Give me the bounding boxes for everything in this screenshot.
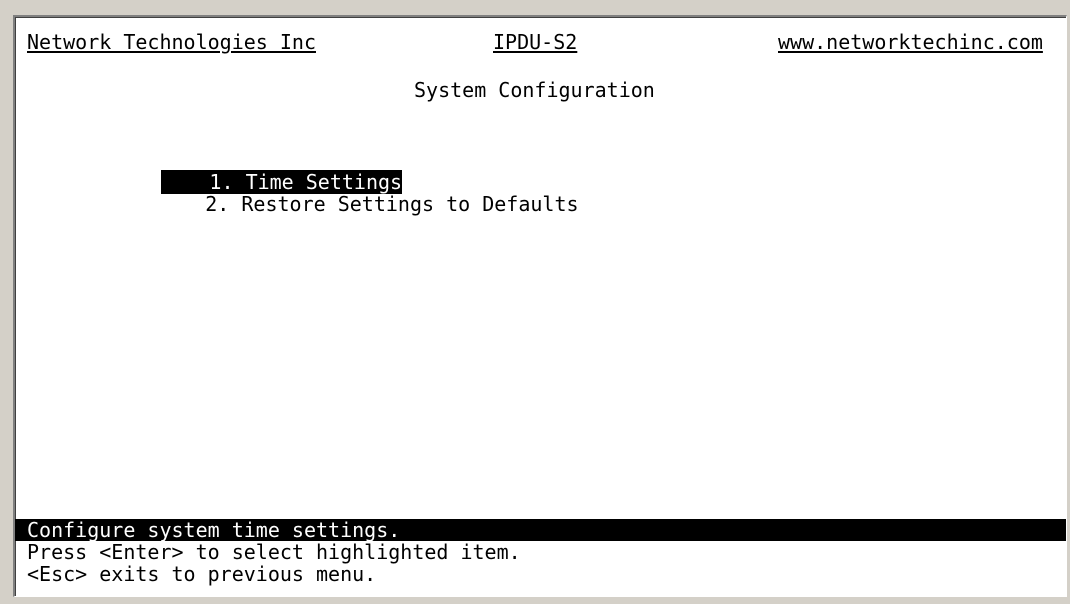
hint-esc: <Esc> exits to previous menu. [27, 562, 377, 586]
page-title: System Configuration [414, 78, 655, 102]
menu-item-number: 2. [205, 192, 230, 216]
menu-item-time-settings[interactable]: 1. Time Settings [89, 149, 403, 194]
product-name: IPDU-S2 [493, 30, 578, 54]
terminal-screen[interactable]: Network Technologies Inc IPDU-S2 www.net… [13, 15, 1067, 597]
company-name: Network Technologies Inc [27, 30, 316, 54]
hint-enter: Press <Enter> to select highlighted item… [27, 540, 521, 564]
status-description: Configure system time settings. [27, 518, 401, 542]
window-frame: Network Technologies Inc IPDU-S2 www.net… [0, 0, 1070, 604]
website-url: www.networktechinc.com [778, 30, 1043, 54]
menu-item-restore-defaults[interactable]: 2. Restore Settings to Defaults [133, 171, 578, 215]
menu-item-label: Restore Settings to Defaults [241, 192, 579, 216]
status-bar: Configure system time settings. [15, 519, 1066, 541]
header-bar: Network Technologies Inc IPDU-S2 www.net… [15, 31, 1066, 53]
